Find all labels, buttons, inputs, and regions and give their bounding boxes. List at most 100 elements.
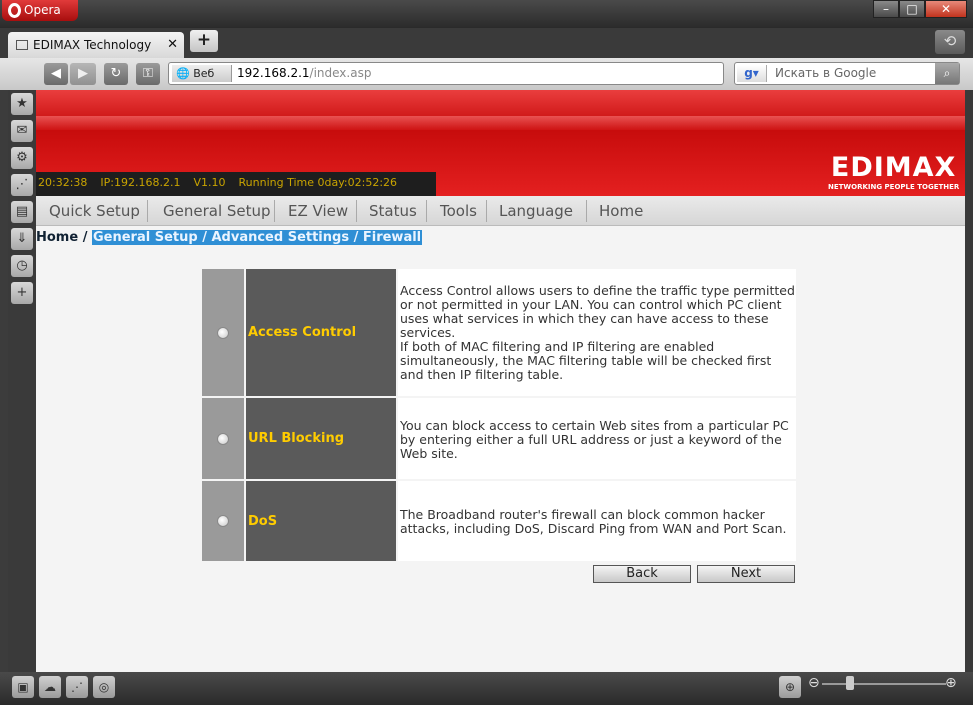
history-clock-icon[interactable]: ◷	[11, 255, 33, 277]
turbo-icon[interactable]: ◎	[93, 676, 115, 698]
menu-language[interactable]: Language	[499, 196, 573, 226]
forward-arrow-icon[interactable]: ▶	[70, 63, 96, 85]
close-tab-icon[interactable]: ✕	[167, 32, 178, 58]
back-arrow-icon[interactable]: ◀	[44, 63, 68, 85]
dos-label: DoS	[248, 514, 278, 529]
logo-name: EDIMAX	[830, 152, 957, 183]
reload-icon[interactable]: ↻	[104, 63, 128, 85]
zoom-slider[interactable]	[822, 683, 946, 685]
opera-menu-button[interactable]: Opera	[2, 0, 78, 21]
url-path: /index.asp	[309, 66, 372, 80]
cloud-icon[interactable]: ☁	[39, 676, 61, 698]
url-host: 192.168.2.1	[237, 66, 310, 80]
notes-icon[interactable]: ▤	[11, 201, 33, 223]
key-icon[interactable]: ⚿	[136, 63, 160, 85]
new-tab-button[interactable]: +	[190, 30, 218, 52]
page-icon	[16, 40, 28, 50]
url-blocking-label: URL Blocking	[248, 431, 345, 446]
url-blocking-radio[interactable]	[217, 433, 229, 445]
access-control-radio[interactable]	[217, 327, 229, 339]
logo-tagline: NETWORKING PEOPLE TOGETHER	[828, 183, 960, 191]
zoom-slider-thumb[interactable]	[846, 676, 854, 690]
opera-logo-icon	[8, 3, 21, 18]
downloads-icon[interactable]: ⇓	[11, 228, 33, 250]
access-control-description: Access Control allows users to define th…	[400, 283, 795, 340]
minimize-button[interactable]: –	[873, 0, 899, 18]
status-bar: ▣ ☁ ⋰ ◎ ⊕ ⊖ ⊕	[0, 672, 973, 705]
app-name: Opera	[24, 3, 61, 17]
zoom-out-icon[interactable]: ⊖	[808, 675, 820, 691]
description-cell: The Broadband router's firewall can bloc…	[398, 481, 796, 561]
breadcrumb-path: General Setup / Advanced Settings / Fire…	[92, 230, 423, 245]
info-time: 20:32:38	[38, 176, 88, 189]
zoom-icon[interactable]: ⊕	[779, 676, 801, 698]
close-window-button[interactable]: ✕	[925, 0, 967, 18]
scrollbar-track[interactable]	[965, 90, 973, 672]
router-info-bar: 20:32:38 IP:192.168.2.1 V1.10 Running Time …	[36, 172, 436, 196]
share-icon[interactable]: ⋰	[11, 174, 33, 196]
menu-status[interactable]: Status	[369, 196, 417, 226]
radio-cell	[202, 398, 244, 479]
address-bar[interactable]: 🌐 Веб 192.168.2.1/index.asp	[168, 62, 724, 85]
side-panel: ★ ✉ ⚙ ⋰ ▤ ⇓ ◷ +	[8, 90, 36, 672]
menu-quick-setup[interactable]: Quick Setup	[49, 196, 140, 226]
menu-divider	[274, 200, 275, 222]
panel-toggle-icon[interactable]: ▣	[12, 676, 34, 698]
edimax-logo: EDIMAX NETWORKING PEOPLE TOGETHER	[828, 154, 959, 192]
unite-icon[interactable]: ⋰	[66, 676, 88, 698]
option-row-dos: DoS The Broadband router's firewall can …	[202, 481, 796, 561]
menu-divider	[426, 200, 427, 222]
dos-description: The Broadband router's firewall can bloc…	[400, 507, 787, 536]
url-blocking-description: You can block access to certain Web site…	[400, 418, 789, 461]
radio-cell	[202, 269, 244, 396]
tab-title: EDIMAX Technology	[33, 38, 152, 52]
access-control-label: Access Control	[248, 325, 357, 340]
menu-general-setup[interactable]: General Setup	[163, 196, 271, 226]
tab-bar: EDIMAX Technology ✕ + ⟲	[0, 28, 973, 58]
description-cell: You can block access to certain Web site…	[398, 398, 796, 479]
banner-stripe	[36, 116, 965, 130]
bookmarks-star-icon[interactable]: ★	[11, 93, 33, 115]
breadcrumb-home[interactable]: Home	[36, 230, 78, 245]
address-url[interactable]: 192.168.2.1/index.asp	[237, 63, 371, 84]
closed-tabs-icon[interactable]: ⟲	[935, 30, 965, 54]
zoom-in-icon[interactable]: ⊕	[945, 675, 957, 691]
menu-home[interactable]: Home	[599, 196, 643, 226]
next-button[interactable]: Next	[697, 565, 795, 583]
search-icon[interactable]: ⌕	[935, 63, 959, 84]
tab-edimax[interactable]: EDIMAX Technology ✕	[8, 32, 184, 58]
back-button[interactable]: Back	[593, 565, 691, 583]
address-prefix: Веб	[193, 67, 215, 80]
router-menu: Quick Setup General Setup EZ View Status…	[36, 196, 965, 226]
info-version: V1.10	[193, 176, 226, 189]
menu-divider	[356, 200, 357, 222]
breadcrumb: Home / General Setup / Advanced Settings…	[36, 230, 423, 245]
add-panel-icon[interactable]: +	[11, 282, 33, 304]
access-control-description-2: If both of MAC filtering and IP filterin…	[400, 339, 772, 382]
window-titlebar: Opera – □ ✕	[0, 0, 973, 28]
description-cell: Access Control allows users to define th…	[398, 269, 796, 396]
g-icon[interactable]: g▾	[737, 65, 767, 82]
globe-icon: 🌐 Веб	[172, 65, 232, 82]
window-controls: – □ ✕	[873, 0, 967, 18]
menu-tools[interactable]: Tools	[440, 196, 477, 226]
info-ip: IP:192.168.2.1	[100, 176, 181, 189]
option-row-access-control: Access Control Access Control allows use…	[202, 269, 796, 396]
search-field[interactable]: g▾ Искать в Google ⌕	[734, 62, 960, 85]
radio-cell	[202, 481, 244, 561]
menu-divider	[586, 200, 587, 222]
label-cell: DoS	[246, 481, 396, 561]
search-placeholder: Искать в Google	[775, 66, 877, 80]
dos-radio[interactable]	[217, 515, 229, 527]
gear-icon[interactable]: ⚙	[11, 147, 33, 169]
menu-divider	[147, 200, 148, 222]
label-cell: URL Blocking	[246, 398, 396, 479]
breadcrumb-separator: /	[82, 230, 88, 245]
menu-ez-view[interactable]: EZ View	[288, 196, 348, 226]
maximize-button[interactable]: □	[899, 0, 925, 18]
option-row-url-blocking: URL Blocking You can block access to cer…	[202, 398, 796, 479]
page-viewport: EDIMAX NETWORKING PEOPLE TOGETHER 20:32:…	[36, 90, 965, 672]
mail-icon[interactable]: ✉	[11, 120, 33, 142]
menu-divider	[486, 200, 487, 222]
navigation-toolbar: ◀ ▶ ↻ ⚿ 🌐 Веб 192.168.2.1/index.asp g▾ И…	[0, 58, 973, 90]
